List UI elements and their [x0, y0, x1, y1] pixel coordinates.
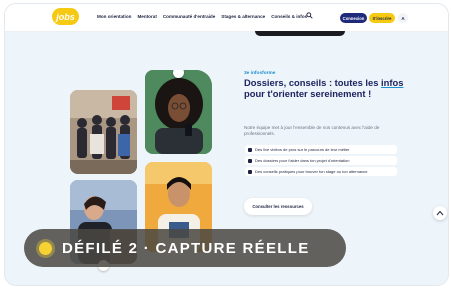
title-text-end: pour t'orienter sereinement !: [244, 87, 372, 99]
nav-item-stages[interactable]: Stages & alternance: [221, 14, 265, 19]
list-item[interactable]: Des conseils pratiques pour trouver ton …: [245, 167, 397, 176]
photo-group-students: [70, 90, 137, 174]
site-header: jobs Mon orientation Mentorat Communauté…: [5, 4, 448, 32]
main-nav: Mon orientation Mentorat Communauté d'en…: [97, 14, 307, 19]
section-title: Dossiers, conseils : toutes les infos po…: [244, 77, 414, 99]
capture-label-badge: DÉFILÉ 2 · CAPTURE RÉELLE: [24, 229, 346, 267]
signup-button[interactable]: S'inscrire: [369, 13, 395, 23]
list-item[interactable]: Des live vidéos de pros sur le parcours …: [245, 145, 397, 154]
site-logo[interactable]: jobs: [52, 8, 79, 25]
scroll-to-top-button[interactable]: [433, 206, 447, 220]
language-selector[interactable]: A: [398, 13, 408, 23]
capture-label: DÉFILÉ 2 · CAPTURE RÉELLE: [62, 239, 310, 257]
chevron-up-icon: [436, 210, 444, 216]
document-icon: [248, 158, 252, 163]
nav-item-communaute[interactable]: Communauté d'entraide: [163, 14, 215, 19]
document-icon: [248, 147, 252, 152]
nav-item-orientation[interactable]: Mon orientation: [97, 14, 131, 19]
section-description: Notre équipe met à jour l'ensemble de no…: [244, 125, 380, 137]
title-link[interactable]: infos: [381, 77, 403, 88]
section-kicker: 3e infosforme: [244, 71, 276, 76]
photo-young-woman-phone: [145, 70, 212, 154]
nav-item-mentorat[interactable]: Mentorat: [137, 14, 156, 19]
document-icon: [248, 169, 252, 174]
title-text: Dossiers, conseils : toutes les: [244, 77, 382, 88]
status-dot-icon: [39, 241, 52, 255]
previous-section-image: [255, 31, 345, 36]
nav-item-conseils[interactable]: Conseils & infos: [271, 14, 307, 19]
resource-label: Des dossiers pour t'aider dans ton proje…: [255, 158, 350, 163]
login-button[interactable]: Connexion: [340, 13, 367, 23]
resource-list: Des live vidéos de pros sur le parcours …: [245, 145, 397, 176]
resource-label: Des live vidéos de pros sur le parcours …: [255, 147, 350, 152]
resource-label: Des conseils pratiques pour trouver ton …: [255, 169, 368, 174]
consult-resources-button[interactable]: Consulter les ressources: [244, 198, 312, 215]
list-item[interactable]: Des dossiers pour t'aider dans ton proje…: [245, 156, 397, 165]
search-icon[interactable]: [306, 12, 313, 19]
